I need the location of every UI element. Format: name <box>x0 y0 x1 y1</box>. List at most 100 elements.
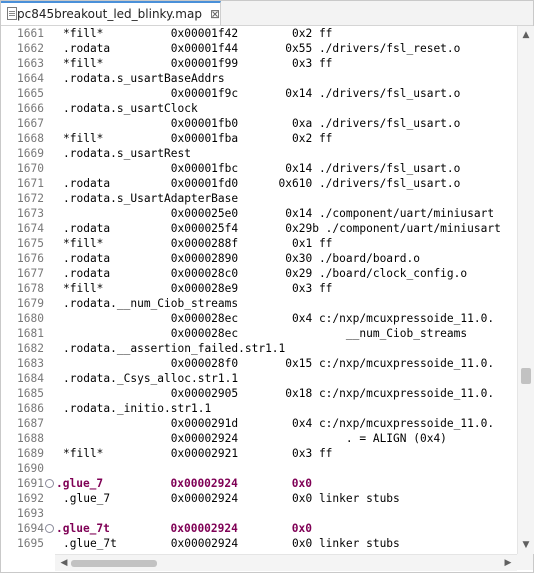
line-number: 1671 <box>17 177 44 190</box>
line-number: 1683 <box>17 357 44 370</box>
horizontal-scroll-thumb[interactable] <box>71 560 157 567</box>
scroll-left-icon[interactable]: ◀ <box>57 555 71 571</box>
code-line[interactable]: 1692 .glue_7 0x00002924 0x0 linker stubs <box>1 491 517 506</box>
code-line[interactable]: 1674 .rodata 0x000025f4 0x29b ./component… <box>1 221 517 236</box>
code-line[interactable]: 1683 0x000028f0 0x15 c:/nxp/mcuxpressoid… <box>1 356 517 371</box>
code-text: *fill* 0x00001f42 0x2 ff <box>63 27 333 40</box>
code-line[interactable]: 1682 .rodata.__assertion_failed.str1.1 <box>1 341 517 356</box>
code-line[interactable]: 1688 0x00002924 . = ALIGN (0x4) <box>1 431 517 446</box>
fold-toggle-icon[interactable] <box>45 524 54 533</box>
code-line[interactable]: 1691 .glue_7 0x00002924 0x0 <box>1 476 517 491</box>
code-line[interactable]: 1681 0x000028ec __num_Ciob_streams <box>1 326 517 341</box>
code-text: *fill* 0x00001f99 0x3 ff <box>63 57 333 70</box>
code-text: .rodata.__num_Ciob_streams <box>63 297 239 310</box>
code-text: .rodata 0x000025f4 0x29b ./component/uar… <box>63 222 501 235</box>
code-line[interactable]: 1673 0x000025e0 0x14 ./component/uart/mi… <box>1 206 517 221</box>
line-number: 1675 <box>17 237 44 250</box>
code-line[interactable]: 1676 .rodata 0x00002890 0x30 ./board/boar… <box>1 251 517 266</box>
scrollbar-corner <box>517 554 533 570</box>
code-line[interactable]: 1664 .rodata.s_usartBaseAddrs <box>1 71 517 86</box>
code-line[interactable]: 1680 0x000028ec 0x4 c:/nxp/mcuxpressoide… <box>1 311 517 326</box>
line-number: 1679 <box>17 297 44 310</box>
code-text: .rodata.s_usartClock <box>63 102 198 115</box>
vertical-scrollbar[interactable]: ▲ ▼ <box>517 26 534 554</box>
code-text: .glue_7t 0x00002924 0x0 linker stubs <box>63 537 400 550</box>
code-text: .rodata.s_usartBaseAddrs <box>63 72 225 85</box>
section-header-text: .glue_7t 0x00002924 0x0 <box>56 522 312 535</box>
line-number: 1688 <box>17 432 44 445</box>
code-text: .rodata 0x00001f44 0x55 ./drivers/fsl_re… <box>63 42 461 55</box>
tab-bar: lpc845breakout_led_blinky.map ⊠ <box>1 1 533 26</box>
section-header-text: .glue_7 0x00002924 0x0 <box>56 477 312 490</box>
scroll-down-icon[interactable]: ▼ <box>518 538 534 552</box>
code-text: .glue_7 0x00002924 0x0 linker stubs <box>63 492 400 505</box>
line-number: 1672 <box>17 192 44 205</box>
code-line[interactable]: 1685 0x00002905 0x18 c:/nxp/mcuxpressoid… <box>1 386 517 401</box>
code-line[interactable]: 1675 *fill* 0x0000288f 0x1 ff <box>1 236 517 251</box>
code-text: 0x00002905 0x18 c:/nxp/mcuxpressoide_11.… <box>63 387 495 400</box>
fold-toggle-icon[interactable] <box>45 479 54 488</box>
code-text: 0x000028ec __num_Ciob_streams <box>63 327 468 340</box>
line-number: 1691 <box>17 477 44 490</box>
line-number: 1695 <box>17 537 44 550</box>
code-line[interactable]: 1668 *fill* 0x00001fba 0x2 ff <box>1 131 517 146</box>
code-line[interactable]: 1678 *fill* 0x000028e9 0x3 ff <box>1 281 517 296</box>
line-number: 1684 <box>17 372 44 385</box>
code-text: 0x000028f0 0x15 c:/nxp/mcuxpressoide_11.… <box>63 357 495 370</box>
code-line[interactable]: 1665 0x00001f9c 0x14 ./drivers/fsl_usart… <box>1 86 517 101</box>
code-line[interactable]: 1667 0x00001fb0 0xa ./drivers/fsl_usart.… <box>1 116 517 131</box>
close-icon[interactable]: ⊠ <box>210 7 220 21</box>
code-line[interactable]: 1666 .rodata.s_usartClock <box>1 101 517 116</box>
editor-window: lpc845breakout_led_blinky.map ⊠ 1661 *fil… <box>0 0 534 573</box>
code-text: .rodata 0x00001fd0 0x610 ./drivers/fsl_u… <box>63 177 461 190</box>
code-line[interactable]: 1689 *fill* 0x00002921 0x3 ff <box>1 446 517 461</box>
line-number: 1670 <box>17 162 44 175</box>
line-number: 1674 <box>17 222 44 235</box>
line-number: 1686 <box>17 402 44 415</box>
editor-tab[interactable]: lpc845breakout_led_blinky.map ⊠ <box>1 1 221 25</box>
code-line[interactable]: 1671 .rodata 0x00001fd0 0x610 ./drivers/f… <box>1 176 517 191</box>
line-number: 1665 <box>17 87 44 100</box>
line-number: 1687 <box>17 417 44 430</box>
code-line[interactable]: 1687 0x0000291d 0x4 c:/nxp/mcuxpressoide… <box>1 416 517 431</box>
code-line[interactable]: 1669 .rodata.s_usartRest <box>1 146 517 161</box>
code-line[interactable]: 1677 .rodata 0x000028c0 0x29 ./board/cloc… <box>1 266 517 281</box>
code-line[interactable]: 1694 .glue_7t 0x00002924 0x0 <box>1 521 517 536</box>
line-number: 1664 <box>17 72 44 85</box>
code-text: 0x000025e0 0x14 ./component/uart/miniusa… <box>63 207 495 220</box>
code-text: .rodata.__assertion_failed.str1.1 <box>63 342 286 355</box>
line-number: 1663 <box>17 57 44 70</box>
text-file-icon <box>7 7 17 21</box>
code-line[interactable]: 1679 .rodata.__num_Ciob_streams <box>1 296 517 311</box>
line-number: 1661 <box>17 27 44 40</box>
code-line[interactable]: 1663 *fill* 0x00001f99 0x3 ff <box>1 56 517 71</box>
code-editor[interactable]: 1661 *fill* 0x00001f42 0x2 ff 1662 .rodata … <box>1 26 517 554</box>
line-number: 1689 <box>17 447 44 460</box>
tab-title: lpc845breakout_led_blinky.map <box>13 7 202 21</box>
line-number: 1680 <box>17 312 44 325</box>
code-line[interactable]: 1693 <box>1 506 517 521</box>
vertical-scroll-thumb[interactable] <box>521 368 531 384</box>
code-line[interactable]: 1670 0x00001fbc 0x14 ./drivers/fsl_usart… <box>1 161 517 176</box>
line-number: 1678 <box>17 282 44 295</box>
scroll-right-icon[interactable]: ▶ <box>501 555 515 571</box>
code-text: 0x00001fbc 0x14 ./drivers/fsl_usart.o <box>63 162 461 175</box>
code-text: .rodata 0x00002890 0x30 ./board/board.o <box>63 252 420 265</box>
code-line[interactable]: 1686 .rodata._initio.str1.1 <box>1 401 517 416</box>
code-text: 0x0000291d 0x4 c:/nxp/mcuxpressoide_11.0… <box>63 417 495 430</box>
horizontal-scrollbar[interactable]: ◀ ▶ <box>55 554 517 571</box>
code-line[interactable]: 1662 .rodata 0x00001f44 0x55 ./drivers/fs… <box>1 41 517 56</box>
code-line[interactable]: 1661 *fill* 0x00001f42 0x2 ff <box>1 26 517 41</box>
code-text: .rodata._Csys_alloc.str1.1 <box>63 372 239 385</box>
line-number: 1682 <box>17 342 44 355</box>
line-number: 1673 <box>17 207 44 220</box>
line-number: 1662 <box>17 42 44 55</box>
code-line[interactable]: 1672 .rodata.s_UsartAdapterBase <box>1 191 517 206</box>
code-line[interactable]: 1684 .rodata._Csys_alloc.str1.1 <box>1 371 517 386</box>
code-text: *fill* 0x00001fba 0x2 ff <box>63 132 333 145</box>
code-line[interactable]: 1690 <box>1 461 517 476</box>
scroll-up-icon[interactable]: ▲ <box>518 28 534 42</box>
line-number: 1681 <box>17 327 44 340</box>
code-line[interactable]: 1695 .glue_7t 0x00002924 0x0 linker stubs <box>1 536 517 551</box>
line-number: 1693 <box>17 507 44 520</box>
